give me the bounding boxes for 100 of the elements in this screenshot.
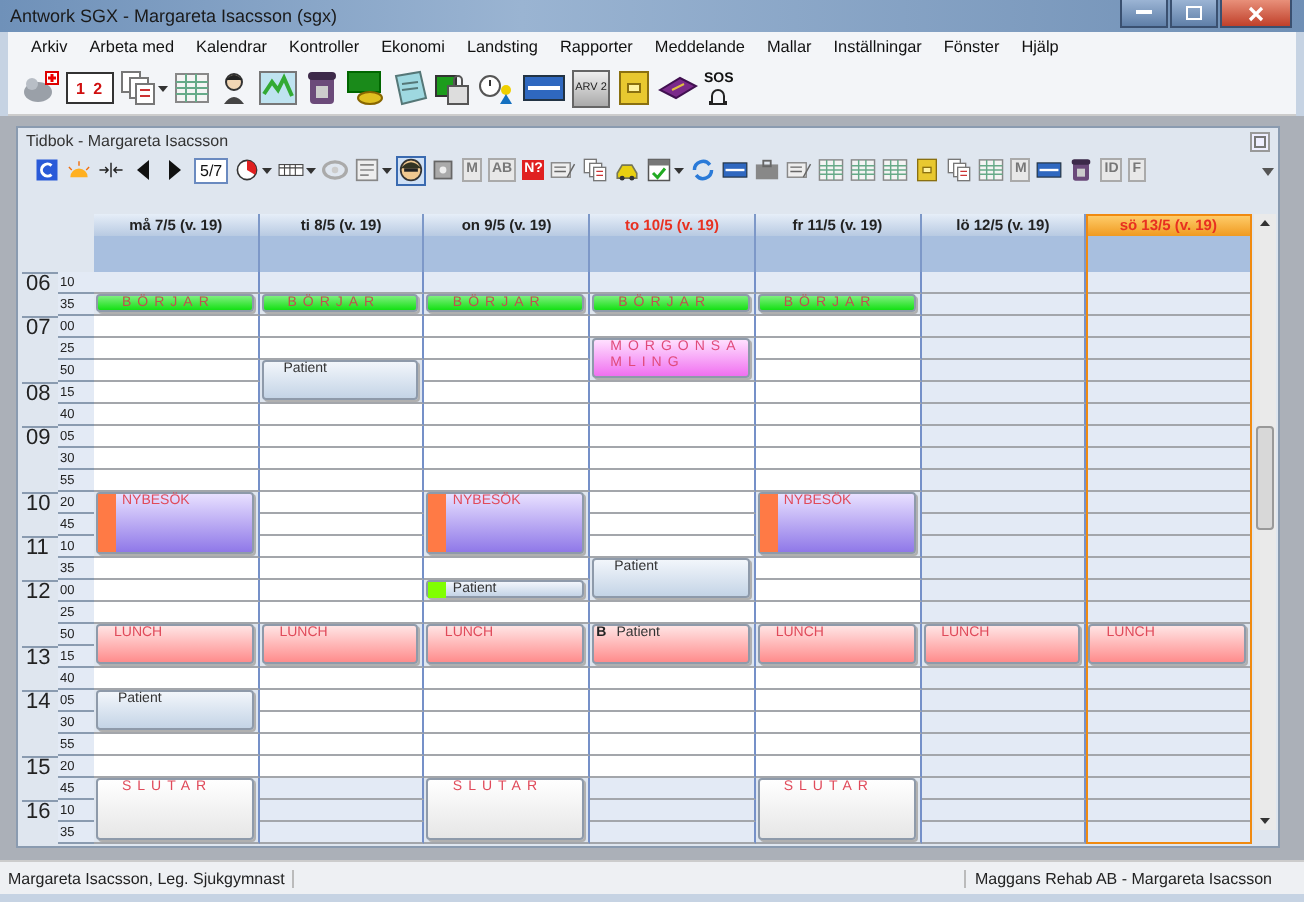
time-slot[interactable] [1086, 382, 1252, 404]
all-day-area[interactable] [921, 236, 1087, 272]
menu-item[interactable]: Mallar [755, 38, 823, 56]
book-icon[interactable]: 1 2 [66, 72, 114, 104]
time-slot[interactable] [590, 426, 756, 448]
time-slot[interactable] [424, 448, 591, 470]
time-slot[interactable] [1086, 778, 1252, 800]
time-slot[interactable] [259, 272, 425, 294]
time-slot[interactable] [590, 514, 756, 536]
time-slot[interactable] [259, 756, 425, 778]
time-slot[interactable] [94, 316, 260, 338]
money-icon[interactable] [346, 68, 386, 108]
time-slot[interactable] [424, 602, 591, 624]
pages-icon[interactable] [120, 68, 156, 108]
time-slot[interactable] [259, 514, 425, 536]
document-icon[interactable] [786, 157, 813, 183]
time-slot[interactable] [1086, 470, 1252, 492]
time-slot[interactable] [755, 272, 922, 294]
time-slot[interactable] [755, 734, 922, 756]
menu-item[interactable]: Hjälp [1010, 38, 1070, 56]
time-slot[interactable] [1086, 580, 1252, 602]
time-slot[interactable] [94, 756, 260, 778]
time-slot[interactable] [424, 690, 591, 712]
time-slot[interactable] [424, 470, 591, 492]
time-slot[interactable] [259, 668, 425, 690]
time-slot[interactable] [259, 448, 425, 470]
time-slot[interactable] [94, 338, 260, 360]
time-slot[interactable] [590, 316, 756, 338]
time-slot[interactable] [921, 514, 1087, 536]
time-slot[interactable] [1086, 272, 1252, 294]
menu-item[interactable]: Fönster [932, 38, 1011, 56]
time-slot[interactable] [921, 690, 1087, 712]
time-slot[interactable] [1086, 536, 1252, 558]
time-slot[interactable] [94, 404, 260, 426]
time-slot[interactable] [259, 404, 425, 426]
document-icon[interactable] [550, 157, 577, 183]
time-slot[interactable] [755, 580, 922, 602]
time-slot[interactable] [590, 690, 756, 712]
time-slot[interactable] [755, 602, 922, 624]
time-slot[interactable] [259, 536, 425, 558]
time-slot[interactable] [921, 470, 1087, 492]
time-slot[interactable] [755, 404, 922, 426]
time-slot[interactable] [590, 492, 756, 514]
time-slot[interactable] [424, 404, 591, 426]
face-icon[interactable] [398, 157, 425, 183]
scrollbar-thumb[interactable] [1256, 426, 1274, 530]
time-slot[interactable] [921, 272, 1087, 294]
time-slot[interactable] [259, 712, 425, 734]
dropdown-arrow-icon[interactable] [382, 167, 393, 173]
time-slot[interactable] [590, 448, 756, 470]
time-slot[interactable] [424, 756, 591, 778]
time-slot[interactable] [921, 382, 1087, 404]
time-slot[interactable] [921, 316, 1087, 338]
time-slot[interactable] [259, 778, 425, 800]
time-slot[interactable] [921, 536, 1087, 558]
time-slot[interactable] [259, 822, 425, 844]
time-slot[interactable] [424, 558, 591, 580]
time-slot[interactable] [755, 360, 922, 382]
time-slot[interactable] [94, 580, 260, 602]
time-slot[interactable] [1086, 558, 1252, 580]
menu-item[interactable]: Arkiv [20, 38, 79, 56]
menu-item[interactable]: Meddelande [643, 38, 756, 56]
time-slot[interactable] [259, 338, 425, 360]
dropdown-arrow-icon[interactable] [262, 167, 273, 173]
time-slot[interactable] [94, 272, 260, 294]
time-slot[interactable] [755, 756, 922, 778]
time-slot[interactable] [755, 690, 922, 712]
time-slot[interactable] [921, 602, 1087, 624]
menu-item[interactable]: Kalendrar [185, 38, 279, 56]
briefcase-icon[interactable] [754, 157, 781, 183]
time-slot[interactable] [1086, 602, 1252, 624]
close-button[interactable] [1220, 0, 1292, 28]
pages-icon[interactable] [582, 157, 609, 183]
time-slot[interactable] [94, 668, 260, 690]
map-icon[interactable] [258, 68, 298, 108]
time-slot[interactable] [259, 734, 425, 756]
time-slot[interactable] [590, 404, 756, 426]
time-slot[interactable] [755, 448, 922, 470]
time-slot[interactable] [921, 580, 1087, 602]
time-slot[interactable] [921, 492, 1087, 514]
dropdown-arrow-icon[interactable] [674, 167, 685, 173]
time-slot[interactable] [1086, 514, 1252, 536]
time-slot[interactable] [1086, 294, 1252, 316]
maximize-button[interactable] [1170, 0, 1218, 28]
time-slot[interactable] [755, 470, 922, 492]
time-slot[interactable] [590, 756, 756, 778]
menu-item[interactable]: Landsting [455, 38, 549, 56]
time-slot[interactable] [1086, 712, 1252, 734]
time-slot[interactable] [424, 668, 591, 690]
time-slot[interactable] [921, 668, 1087, 690]
time-slot[interactable] [921, 338, 1087, 360]
time-slot[interactable] [94, 448, 260, 470]
time-slot[interactable] [1086, 426, 1252, 448]
time-slot[interactable] [590, 272, 756, 294]
time-slot[interactable] [1086, 448, 1252, 470]
menu-item[interactable]: Ekonomi [370, 38, 456, 56]
time-slot[interactable] [921, 404, 1087, 426]
time-slot[interactable] [755, 316, 922, 338]
menu-item[interactable]: Kontroller [278, 38, 371, 56]
time-slot[interactable] [921, 756, 1087, 778]
